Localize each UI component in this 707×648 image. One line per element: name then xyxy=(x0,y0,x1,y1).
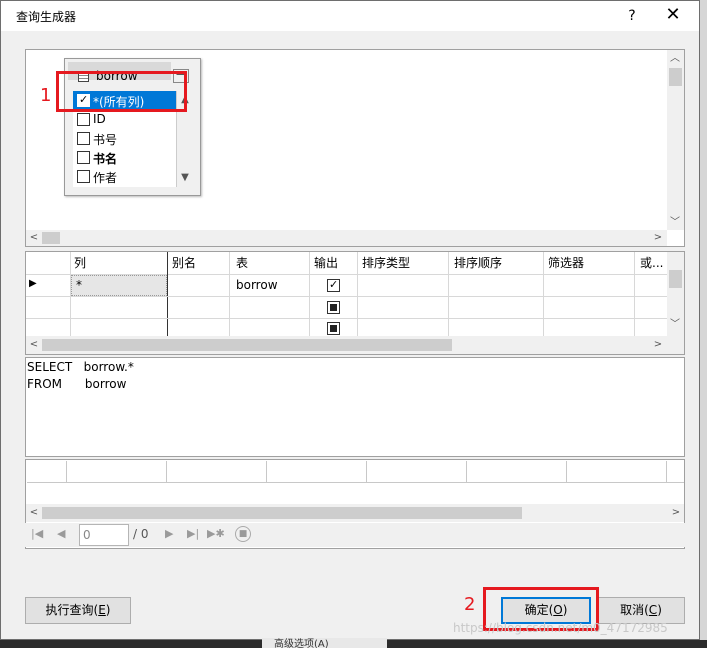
grid-header-sort-order: 排序顺序 xyxy=(454,256,503,270)
column-checkbox[interactable] xyxy=(77,132,90,145)
next-record-icon[interactable]: ▶ xyxy=(165,527,173,540)
cancel-button[interactable]: 取消(C) xyxy=(597,597,685,624)
results-column xyxy=(367,461,467,483)
scroll-right-icon[interactable]: > xyxy=(668,506,684,520)
results-horizontal-scrollbar[interactable]: < > xyxy=(26,504,684,522)
criteria-grid-pane: 列 别名 表 输出 排序类型 排序顺序 筛选器 或... ▶ * borrow xyxy=(25,251,685,355)
help-button[interactable]: ? xyxy=(615,4,649,28)
scroll-up-icon[interactable]: ︿ xyxy=(667,52,683,66)
sql-select-line: SELECT borrow.* xyxy=(27,360,134,374)
results-column xyxy=(567,461,667,483)
cancel-label-end: ) xyxy=(657,603,662,617)
column-item-book-title[interactable]: 书名 xyxy=(73,148,176,166)
scroll-left-icon[interactable]: < xyxy=(26,338,42,352)
query-builder-dialog: 查询生成器 ? ✕ borrow — *(所有列) ID 书号 xyxy=(0,0,700,640)
cancel-label: 取消( xyxy=(620,603,649,617)
scroll-down-icon[interactable]: ﹀ xyxy=(667,318,683,332)
scroll-down-icon[interactable]: ▼ xyxy=(177,171,193,185)
background-tab: 高级选项(A) xyxy=(262,638,387,648)
scroll-thumb[interactable] xyxy=(42,339,452,351)
output-checkbox[interactable] xyxy=(327,278,340,292)
dialog-title: 查询生成器 xyxy=(16,10,77,24)
execute-query-accesskey: E xyxy=(98,603,106,617)
scroll-thumb[interactable] xyxy=(42,232,60,244)
column-checkbox[interactable] xyxy=(77,151,90,164)
results-column xyxy=(67,461,167,483)
sql-pane[interactable]: SELECT borrow.* FROM borrow xyxy=(25,357,685,457)
output-checkbox[interactable] xyxy=(327,301,340,314)
scroll-right-icon[interactable]: > xyxy=(650,231,666,245)
grid-header-or: 或... xyxy=(640,256,664,270)
grid-header-output: 输出 xyxy=(314,256,339,270)
diagram-vertical-scrollbar[interactable]: ︿ ﹀ xyxy=(667,50,684,230)
scroll-thumb[interactable] xyxy=(669,68,682,86)
diagram-horizontal-scrollbar[interactable]: < > xyxy=(26,230,667,246)
grid-cell-column[interactable] xyxy=(71,275,167,296)
annotation-box-1 xyxy=(56,71,187,112)
scroll-right-icon[interactable]: > xyxy=(650,338,666,352)
column-label: ID xyxy=(93,112,106,126)
table-row[interactable] xyxy=(26,319,667,337)
background-window-edge xyxy=(700,0,707,640)
title-bar: 查询生成器 ? ✕ xyxy=(1,1,699,31)
column-checkbox[interactable] xyxy=(77,113,90,126)
record-number-input[interactable]: 0 xyxy=(79,524,129,546)
new-record-icon[interactable]: ▶✱ xyxy=(207,527,225,540)
scroll-left-icon[interactable]: < xyxy=(26,506,42,520)
results-column xyxy=(467,461,567,483)
column-item-book-number[interactable]: 书号 xyxy=(73,129,176,147)
scroll-thumb[interactable] xyxy=(42,507,522,519)
execute-query-label: 执行查询( xyxy=(45,603,99,617)
results-column xyxy=(267,461,367,483)
record-total: / 0 xyxy=(133,527,149,541)
grid-header-filter: 筛选器 xyxy=(548,256,585,270)
column-label: 作者 xyxy=(93,171,118,185)
column-label: 书号 xyxy=(93,133,118,147)
results-column xyxy=(167,461,267,483)
close-button[interactable]: ✕ xyxy=(653,4,693,28)
grid-header-column: 列 xyxy=(74,256,87,270)
execute-query-button[interactable]: 执行查询(E) xyxy=(25,597,131,624)
column-item-author[interactable]: 作者 xyxy=(73,167,176,185)
cancel-accesskey: C xyxy=(648,603,658,617)
sql-from-line: FROM borrow xyxy=(27,377,127,391)
stop-icon[interactable]: ■ xyxy=(235,526,251,542)
grid-vertical-scrollbar[interactable]: ﹀ xyxy=(667,252,684,336)
scroll-left-icon[interactable]: < xyxy=(26,231,42,245)
grid-cell-column-value: * xyxy=(76,278,82,292)
grid-horizontal-scrollbar[interactable]: < > xyxy=(26,336,684,354)
scroll-down-icon[interactable]: ﹀ xyxy=(667,216,683,230)
row-marker-icon: ▶ xyxy=(29,278,37,289)
column-label: 书名 xyxy=(93,152,118,166)
column-checkbox[interactable] xyxy=(77,170,90,183)
annotation-number-2: 2 xyxy=(464,594,476,615)
output-checkbox[interactable] xyxy=(327,322,340,335)
grid-header-alias: 别名 xyxy=(172,256,197,270)
grid-cell-table-value: borrow xyxy=(236,278,278,292)
scroll-thumb[interactable] xyxy=(669,270,682,288)
results-header-row xyxy=(27,461,684,483)
watermark: https://blog.csdn.net/m0_47172985 xyxy=(453,621,668,635)
record-navigator: |◀ ◀ 0 / 0 ▶ ▶| ▶✱ ■ xyxy=(25,523,685,547)
grid-header-table: 表 xyxy=(236,256,249,270)
previous-record-icon[interactable]: ◀ xyxy=(57,527,65,540)
first-record-icon[interactable]: |◀ xyxy=(31,527,43,540)
results-row-header xyxy=(27,461,67,483)
annotation-number-1: 1 xyxy=(40,85,52,106)
grid-header-sort-type: 排序类型 xyxy=(362,256,411,270)
execute-query-label-end: ) xyxy=(105,603,111,617)
last-record-icon[interactable]: ▶| xyxy=(187,527,199,540)
table-row[interactable] xyxy=(26,297,667,319)
column-item-id[interactable]: ID xyxy=(73,110,176,128)
